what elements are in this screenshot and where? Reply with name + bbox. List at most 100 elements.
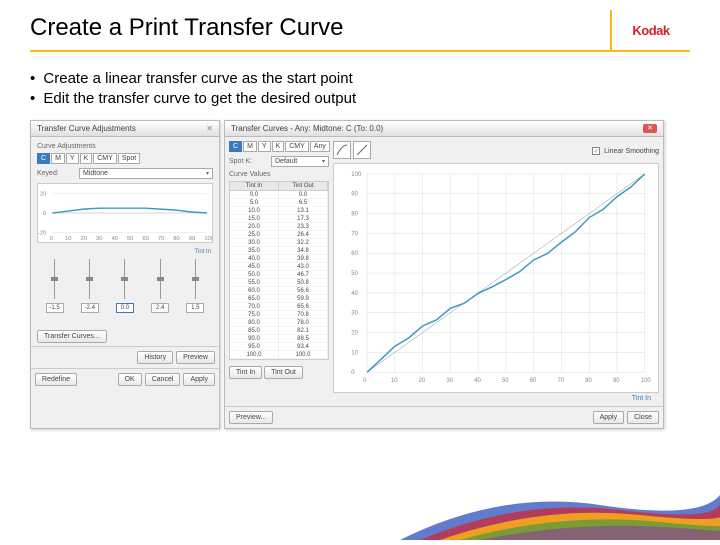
slider-value[interactable]: 1.5 [186, 303, 204, 313]
slider[interactable] [54, 259, 55, 299]
transfer-curves-dialog: Transfer Curves - Any: Midtone: C (To: 0… [224, 120, 664, 429]
ok-button[interactable]: OK [118, 373, 142, 386]
svg-text:10: 10 [391, 378, 398, 384]
spotk-label: Spot K: [229, 158, 267, 165]
svg-text:100: 100 [204, 236, 212, 242]
slider-row [37, 259, 213, 299]
ink-y-button[interactable]: Y [66, 153, 79, 164]
redefine-button[interactable]: Redefine [35, 373, 77, 386]
svg-text:40: 40 [111, 236, 117, 242]
svg-text:80: 80 [585, 378, 592, 384]
slider-value[interactable]: 0.0 [116, 303, 134, 313]
keyed-label: Keyed: [37, 170, 75, 177]
ink-selector: C M Y K CMY Spot [37, 153, 213, 164]
cancel-button[interactable]: Cancel [145, 373, 181, 386]
svg-text:90: 90 [189, 236, 195, 242]
slider[interactable] [89, 259, 90, 299]
svg-text:40: 40 [351, 291, 358, 297]
svg-text:0: 0 [43, 211, 46, 217]
svg-text:40: 40 [474, 378, 481, 384]
ink-spot-button[interactable]: Spot [118, 153, 140, 164]
history-button[interactable]: History [137, 351, 173, 364]
svg-text:60: 60 [142, 236, 148, 242]
svg-text:70: 70 [351, 231, 358, 237]
kodak-logo: Kodak [610, 10, 690, 50]
spotk-dropdown[interactable]: Default [271, 156, 329, 167]
transfer-curves-button[interactable]: Transfer Curves... [37, 330, 107, 343]
curve-values-table[interactable]: 0.00.05.06.510.013.115.017.320.023.325.0… [229, 191, 329, 360]
curve-change-chart: 20 0 -20 0 10 20 30 40 50 60 70 80 90 100 [37, 183, 213, 243]
preview-button[interactable]: Preview... [229, 411, 273, 424]
bullet-item: Create a linear transfer curve as the st… [30, 70, 690, 87]
tint-in-label: Tint In [37, 249, 213, 255]
ink-m-button[interactable]: M [51, 153, 65, 164]
svg-text:20: 20 [81, 236, 87, 242]
ink-m-button[interactable]: M [243, 141, 257, 152]
slider-value[interactable]: -1.5 [46, 303, 64, 313]
ink-y-button[interactable]: Y [258, 141, 271, 152]
slider-value[interactable]: -2.4 [81, 303, 99, 313]
svg-text:20: 20 [351, 331, 358, 337]
close-icon[interactable]: ✕ [643, 124, 657, 133]
svg-text:60: 60 [351, 251, 358, 257]
svg-text:90: 90 [613, 378, 620, 384]
curve-tool-icon[interactable] [333, 141, 351, 159]
ink-c-button[interactable]: C [229, 141, 242, 152]
svg-text:20: 20 [419, 378, 426, 384]
curve-values-label: Curve Values [229, 171, 329, 178]
svg-text:70: 70 [557, 378, 564, 384]
transfer-curve-adjustments-dialog: Transfer Curve Adjustments ✕ Curve Adjus… [30, 120, 220, 429]
close-button[interactable]: Close [627, 411, 659, 424]
svg-text:60: 60 [530, 378, 537, 384]
smoothing-label: Linear Smoothing [604, 148, 659, 155]
svg-text:30: 30 [96, 236, 102, 242]
keyed-dropdown[interactable]: Midtone [79, 168, 213, 179]
ink-any-button[interactable]: Any [310, 141, 330, 152]
svg-text:20: 20 [40, 192, 46, 198]
svg-text:50: 50 [502, 378, 509, 384]
svg-text:70: 70 [158, 236, 164, 242]
decorative-swirl [0, 480, 720, 540]
tint-in-button[interactable]: Tint In [229, 366, 262, 379]
ink-k-button[interactable]: K [80, 153, 93, 164]
slider[interactable] [195, 259, 196, 299]
svg-text:90: 90 [351, 192, 358, 198]
svg-text:50: 50 [351, 271, 358, 277]
svg-text:100: 100 [351, 172, 362, 178]
dialog-title: Transfer Curves - Any: Midtone: C (To: 0… [225, 121, 663, 137]
svg-text:0: 0 [363, 378, 367, 384]
section-label: Curve Adjustments [37, 143, 213, 150]
slider[interactable] [124, 259, 125, 299]
smoothing-checkbox[interactable] [592, 147, 600, 155]
ink-selector: C M Y K CMY Any [229, 141, 329, 152]
svg-text:0: 0 [351, 370, 355, 376]
svg-text:0: 0 [50, 236, 53, 242]
svg-text:80: 80 [351, 212, 358, 218]
svg-text:30: 30 [446, 378, 453, 384]
table-header: Tint InTint Out [229, 181, 329, 191]
svg-text:50: 50 [127, 236, 133, 242]
preview-button[interactable]: Preview [176, 351, 215, 364]
dialog-title: Transfer Curve Adjustments ✕ [31, 121, 219, 137]
line-tool-icon[interactable] [353, 141, 371, 159]
svg-text:100: 100 [641, 378, 652, 384]
slider[interactable] [160, 259, 161, 299]
svg-text:-20: -20 [38, 230, 46, 236]
ink-cmy-button[interactable]: CMY [93, 153, 117, 164]
apply-button[interactable]: Apply [183, 373, 215, 386]
slider-value[interactable]: 2.4 [151, 303, 169, 313]
transfer-curve-chart[interactable]: 0102030405060708090100 01020304050607080… [333, 163, 659, 393]
page-title: Create a Print Transfer Curve [30, 14, 610, 50]
tint-out-button[interactable]: Tint Out [264, 366, 303, 379]
ink-cmy-button[interactable]: CMY [285, 141, 309, 152]
svg-text:10: 10 [65, 236, 71, 242]
ink-c-button[interactable]: C [37, 153, 50, 164]
bullet-list: Create a linear transfer curve as the st… [0, 52, 720, 118]
svg-text:80: 80 [173, 236, 179, 242]
ink-k-button[interactable]: K [272, 141, 285, 152]
close-icon[interactable]: ✕ [206, 124, 213, 133]
tint-in-axis-label: Tint In [333, 393, 659, 402]
svg-text:10: 10 [351, 350, 358, 356]
bullet-item: Edit the transfer curve to get the desir… [30, 90, 690, 107]
apply-button[interactable]: Apply [593, 411, 625, 424]
